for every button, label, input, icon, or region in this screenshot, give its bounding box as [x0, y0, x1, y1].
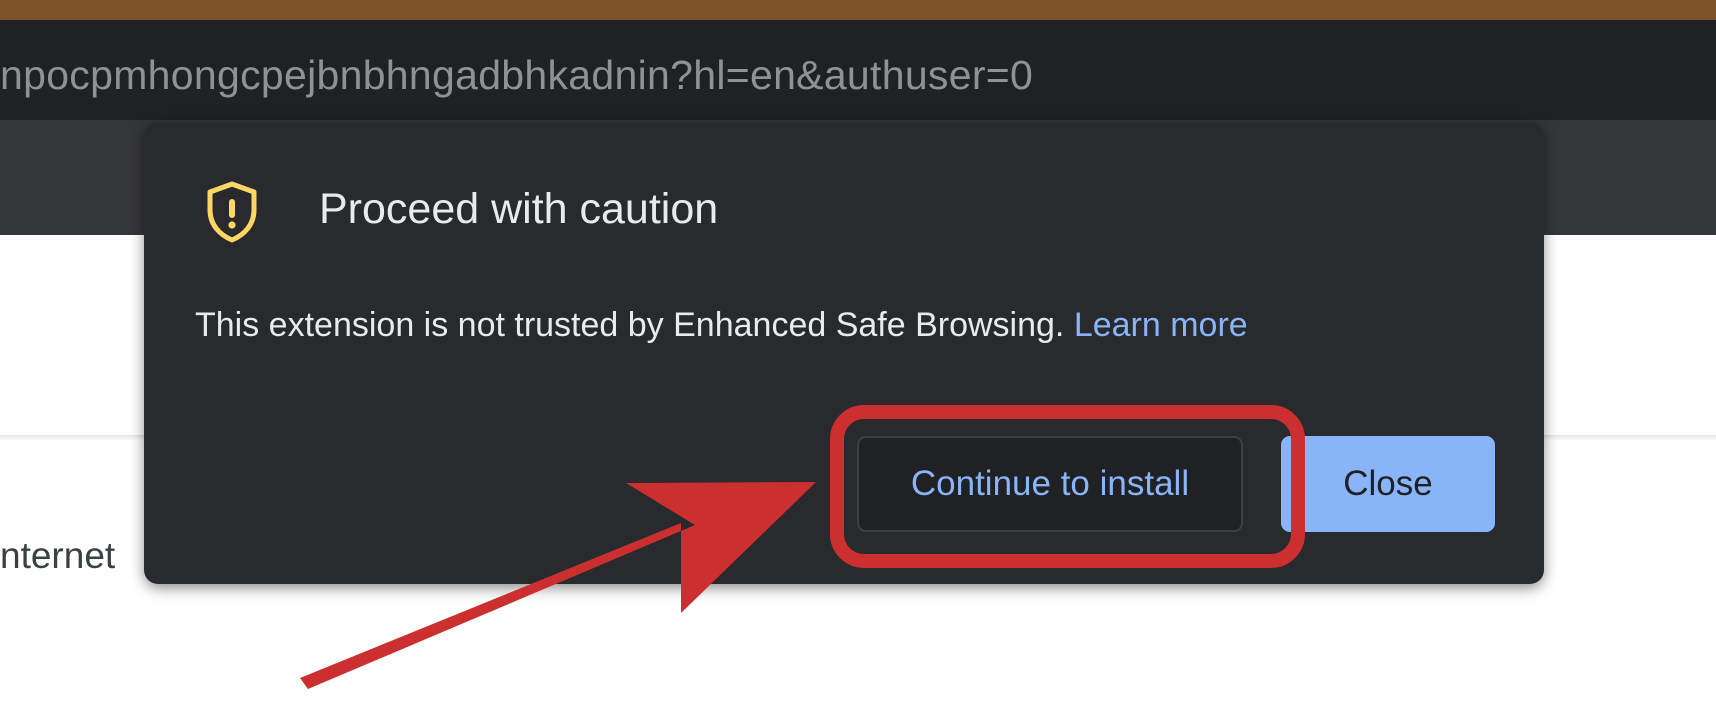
dialog-message-text: This extension is not trusted by Enhance…: [195, 306, 1065, 344]
dialog-message: This extension is not trusted by Enhance…: [195, 306, 1248, 345]
address-bar[interactable]: npocpmhongcpejbnbhngadbhkadnin?hl=en&aut…: [0, 30, 1716, 120]
close-button[interactable]: Close: [1281, 436, 1495, 532]
learn-more-link[interactable]: Learn more: [1074, 306, 1248, 344]
shield-alert-icon: [204, 180, 260, 244]
window-accent-bar: [0, 0, 1716, 20]
url-text[interactable]: npocpmhongcpejbnbhngadbhkadnin?hl=en&aut…: [0, 50, 1033, 100]
dialog-title: Proceed with caution: [319, 185, 719, 233]
annotation-highlight-box: [830, 405, 1305, 568]
window-top-strip: [0, 0, 1716, 30]
page-text-fragment: nternet: [0, 535, 116, 576]
